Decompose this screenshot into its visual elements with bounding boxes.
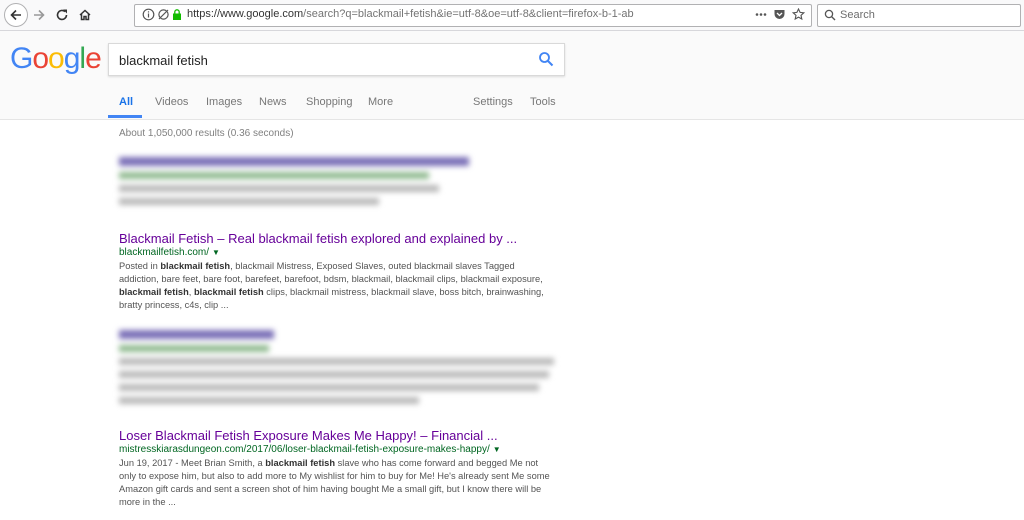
tab-settings[interactable]: Settings [473, 96, 513, 108]
browser-search-placeholder: Search [840, 9, 875, 21]
browser-search-bar[interactable]: Search [817, 4, 1021, 27]
search-result: Loser Blackmail Fetish Exposure Makes Me… [119, 428, 559, 509]
url-dropdown-caret-icon[interactable]: ▼ [493, 445, 501, 454]
more-icon[interactable] [754, 8, 768, 21]
url-text[interactable]: https://www.google.com/search?q=blackmai… [187, 8, 634, 20]
blurred-result-2 [119, 330, 559, 410]
blurred-result-1 [119, 157, 469, 211]
result-stats: About 1,050,000 results (0.36 seconds) [119, 128, 294, 139]
result-url-text: mistresskiarasdungeon.com/2017/06/loser-… [119, 444, 490, 455]
result-url: blackmailfetish.com/▼ [119, 247, 559, 258]
result-url: mistresskiarasdungeon.com/2017/06/loser-… [119, 444, 559, 455]
tab-all[interactable]: All [119, 96, 133, 108]
url-path: /search?q=blackmail+fetish&ie=utf-8&oe=u… [303, 8, 634, 20]
info-icon[interactable] [142, 8, 155, 21]
search-result: Blackmail Fetish – Real blackmail fetish… [119, 231, 559, 312]
result-snippet: Posted in blackmail fetish, blackmail Mi… [119, 261, 544, 310]
result-title-link[interactable]: Blackmail Fetish – Real blackmail fetish… [119, 231, 559, 246]
google-search-button[interactable] [538, 51, 554, 72]
query-input[interactable] [119, 53, 519, 68]
back-button[interactable] [4, 3, 28, 27]
browser-toolbar: https://www.google.com/search?q=blackmai… [0, 0, 1024, 31]
tab-news[interactable]: News [259, 96, 287, 108]
home-button[interactable] [73, 3, 97, 27]
tab-more[interactable]: More [368, 96, 393, 108]
active-tab-indicator [108, 115, 142, 118]
url-bar[interactable]: https://www.google.com/search?q=blackmai… [134, 4, 812, 27]
magnifier-icon [539, 52, 554, 67]
search-tabs: All Videos Images News Shopping More Set… [0, 93, 1024, 119]
result-url-text: blackmailfetish.com/ [119, 247, 210, 258]
result-title-link[interactable]: Loser Blackmail Fetish Exposure Makes Me… [119, 428, 559, 443]
reload-icon [56, 9, 68, 21]
tracking-icon[interactable] [157, 8, 170, 21]
back-icon [10, 9, 21, 21]
google-logo[interactable]: Google [10, 42, 102, 76]
tab-shopping[interactable]: Shopping [306, 96, 353, 108]
url-dropdown-caret-icon[interactable]: ▼ [212, 248, 220, 257]
tab-tools[interactable]: Tools [530, 96, 556, 108]
reload-button[interactable] [50, 3, 74, 27]
tab-videos[interactable]: Videos [155, 96, 188, 108]
google-header: Google All Videos Images News Shopping M… [0, 31, 1024, 120]
forward-icon [34, 9, 45, 21]
pocket-icon[interactable] [773, 8, 786, 21]
result-snippet: Jun 19, 2017 - Meet Brian Smith, a black… [119, 458, 550, 507]
google-search-box[interactable] [108, 43, 565, 76]
search-icon [824, 9, 836, 21]
bookmark-star-icon[interactable] [792, 8, 805, 21]
lock-icon [173, 9, 181, 20]
url-base: https://www.google.com [187, 8, 304, 20]
home-icon [79, 9, 91, 21]
tab-images[interactable]: Images [206, 96, 242, 108]
forward-button[interactable] [27, 3, 51, 27]
